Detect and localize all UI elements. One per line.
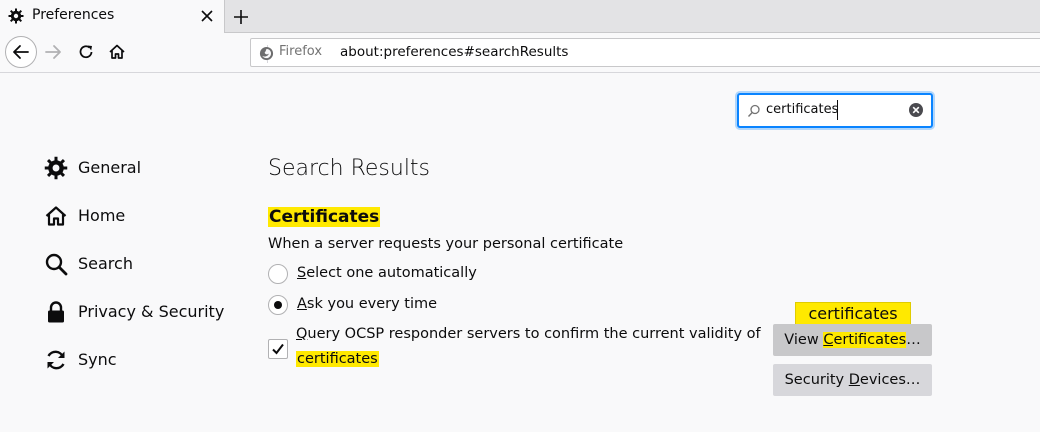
sidebar-item-label: Home [78, 206, 126, 225]
text-caret [837, 100, 838, 120]
page-title: Search Results [268, 156, 431, 181]
sidebar-item-label: Privacy & Security [78, 302, 225, 321]
forward-button[interactable] [42, 41, 64, 63]
button-text-highlight: ertificates [833, 332, 907, 348]
gear-icon [44, 156, 68, 180]
sidebar-item-search[interactable]: Search [44, 249, 244, 279]
button-text: Security [784, 372, 849, 388]
home-icon [44, 204, 68, 228]
access-key: Q [296, 326, 308, 342]
security-devices-button[interactable]: Security Devices… [773, 364, 932, 396]
checkmark-icon [272, 343, 284, 355]
sidebar-item-label: Sync [78, 350, 117, 369]
radio-label-text: sk you every time [306, 296, 438, 312]
sidebar-item-label: Search [78, 254, 133, 273]
section-heading: Certificates [268, 207, 381, 227]
search-icon [747, 103, 761, 117]
radio-select-automatically[interactable] [268, 264, 288, 284]
ocsp-label[interactable]: Query OCSP responder servers to confirm … [296, 326, 761, 342]
sidebar-item-sync[interactable]: Sync [44, 345, 244, 375]
view-certificates-button[interactable]: View Certificates… [773, 324, 932, 356]
tab-strip: Preferences [0, 0, 1040, 33]
button-text: … [906, 332, 921, 348]
gear-icon [8, 8, 24, 24]
new-tab-button[interactable] [230, 6, 252, 28]
tab-title: Preferences [32, 7, 115, 23]
ocsp-label-text: uery OCSP responder servers to confirm t… [307, 326, 761, 342]
ocsp-checkbox[interactable] [268, 339, 288, 359]
sidebar-item-general[interactable]: General [44, 153, 244, 183]
tab-preferences[interactable]: Preferences [0, 0, 225, 33]
access-key: D [848, 372, 860, 388]
sidebar-item-privacy-security[interactable]: Privacy & Security [44, 297, 244, 327]
identity-box[interactable]: Firefox [259, 44, 322, 63]
radio-label-select-automatically[interactable]: Select one automatically [297, 265, 477, 281]
ocsp-label-highlight: certificates [296, 351, 379, 367]
radio-label-ask-every-time[interactable]: Ask you every time [297, 296, 437, 312]
navigation-bar: Firefox about:preferences#searchResults [0, 33, 1040, 73]
access-key: C [823, 332, 834, 348]
section-description: When a server requests your personal cer… [268, 236, 624, 252]
sidebar-item-home[interactable]: Home [44, 201, 244, 231]
url-bar[interactable]: Firefox about:preferences#searchResults [250, 38, 1040, 67]
access-key: A [297, 296, 307, 312]
search-input[interactable]: certificates [737, 93, 933, 128]
search-input-value: certificates [766, 102, 839, 117]
firefox-icon [259, 46, 274, 61]
lock-icon [44, 300, 68, 324]
radio-label-text: elect one automatically [306, 265, 477, 281]
button-text: evices… [859, 372, 921, 388]
access-key: S [297, 265, 307, 281]
clear-icon[interactable] [908, 102, 924, 118]
close-icon[interactable] [199, 8, 215, 24]
sync-icon [44, 348, 68, 372]
reload-button[interactable] [75, 41, 97, 63]
identity-label: Firefox [279, 44, 323, 59]
radio-ask-every-time[interactable] [268, 295, 288, 315]
home-button[interactable] [106, 41, 128, 63]
sidebar-item-label: General [78, 158, 142, 177]
button-text: View [784, 332, 824, 348]
search-icon [44, 252, 68, 276]
search-match-tooltip: certificates [795, 302, 911, 332]
url-text[interactable]: about:preferences#searchResults [340, 44, 568, 60]
back-button[interactable] [5, 36, 37, 68]
